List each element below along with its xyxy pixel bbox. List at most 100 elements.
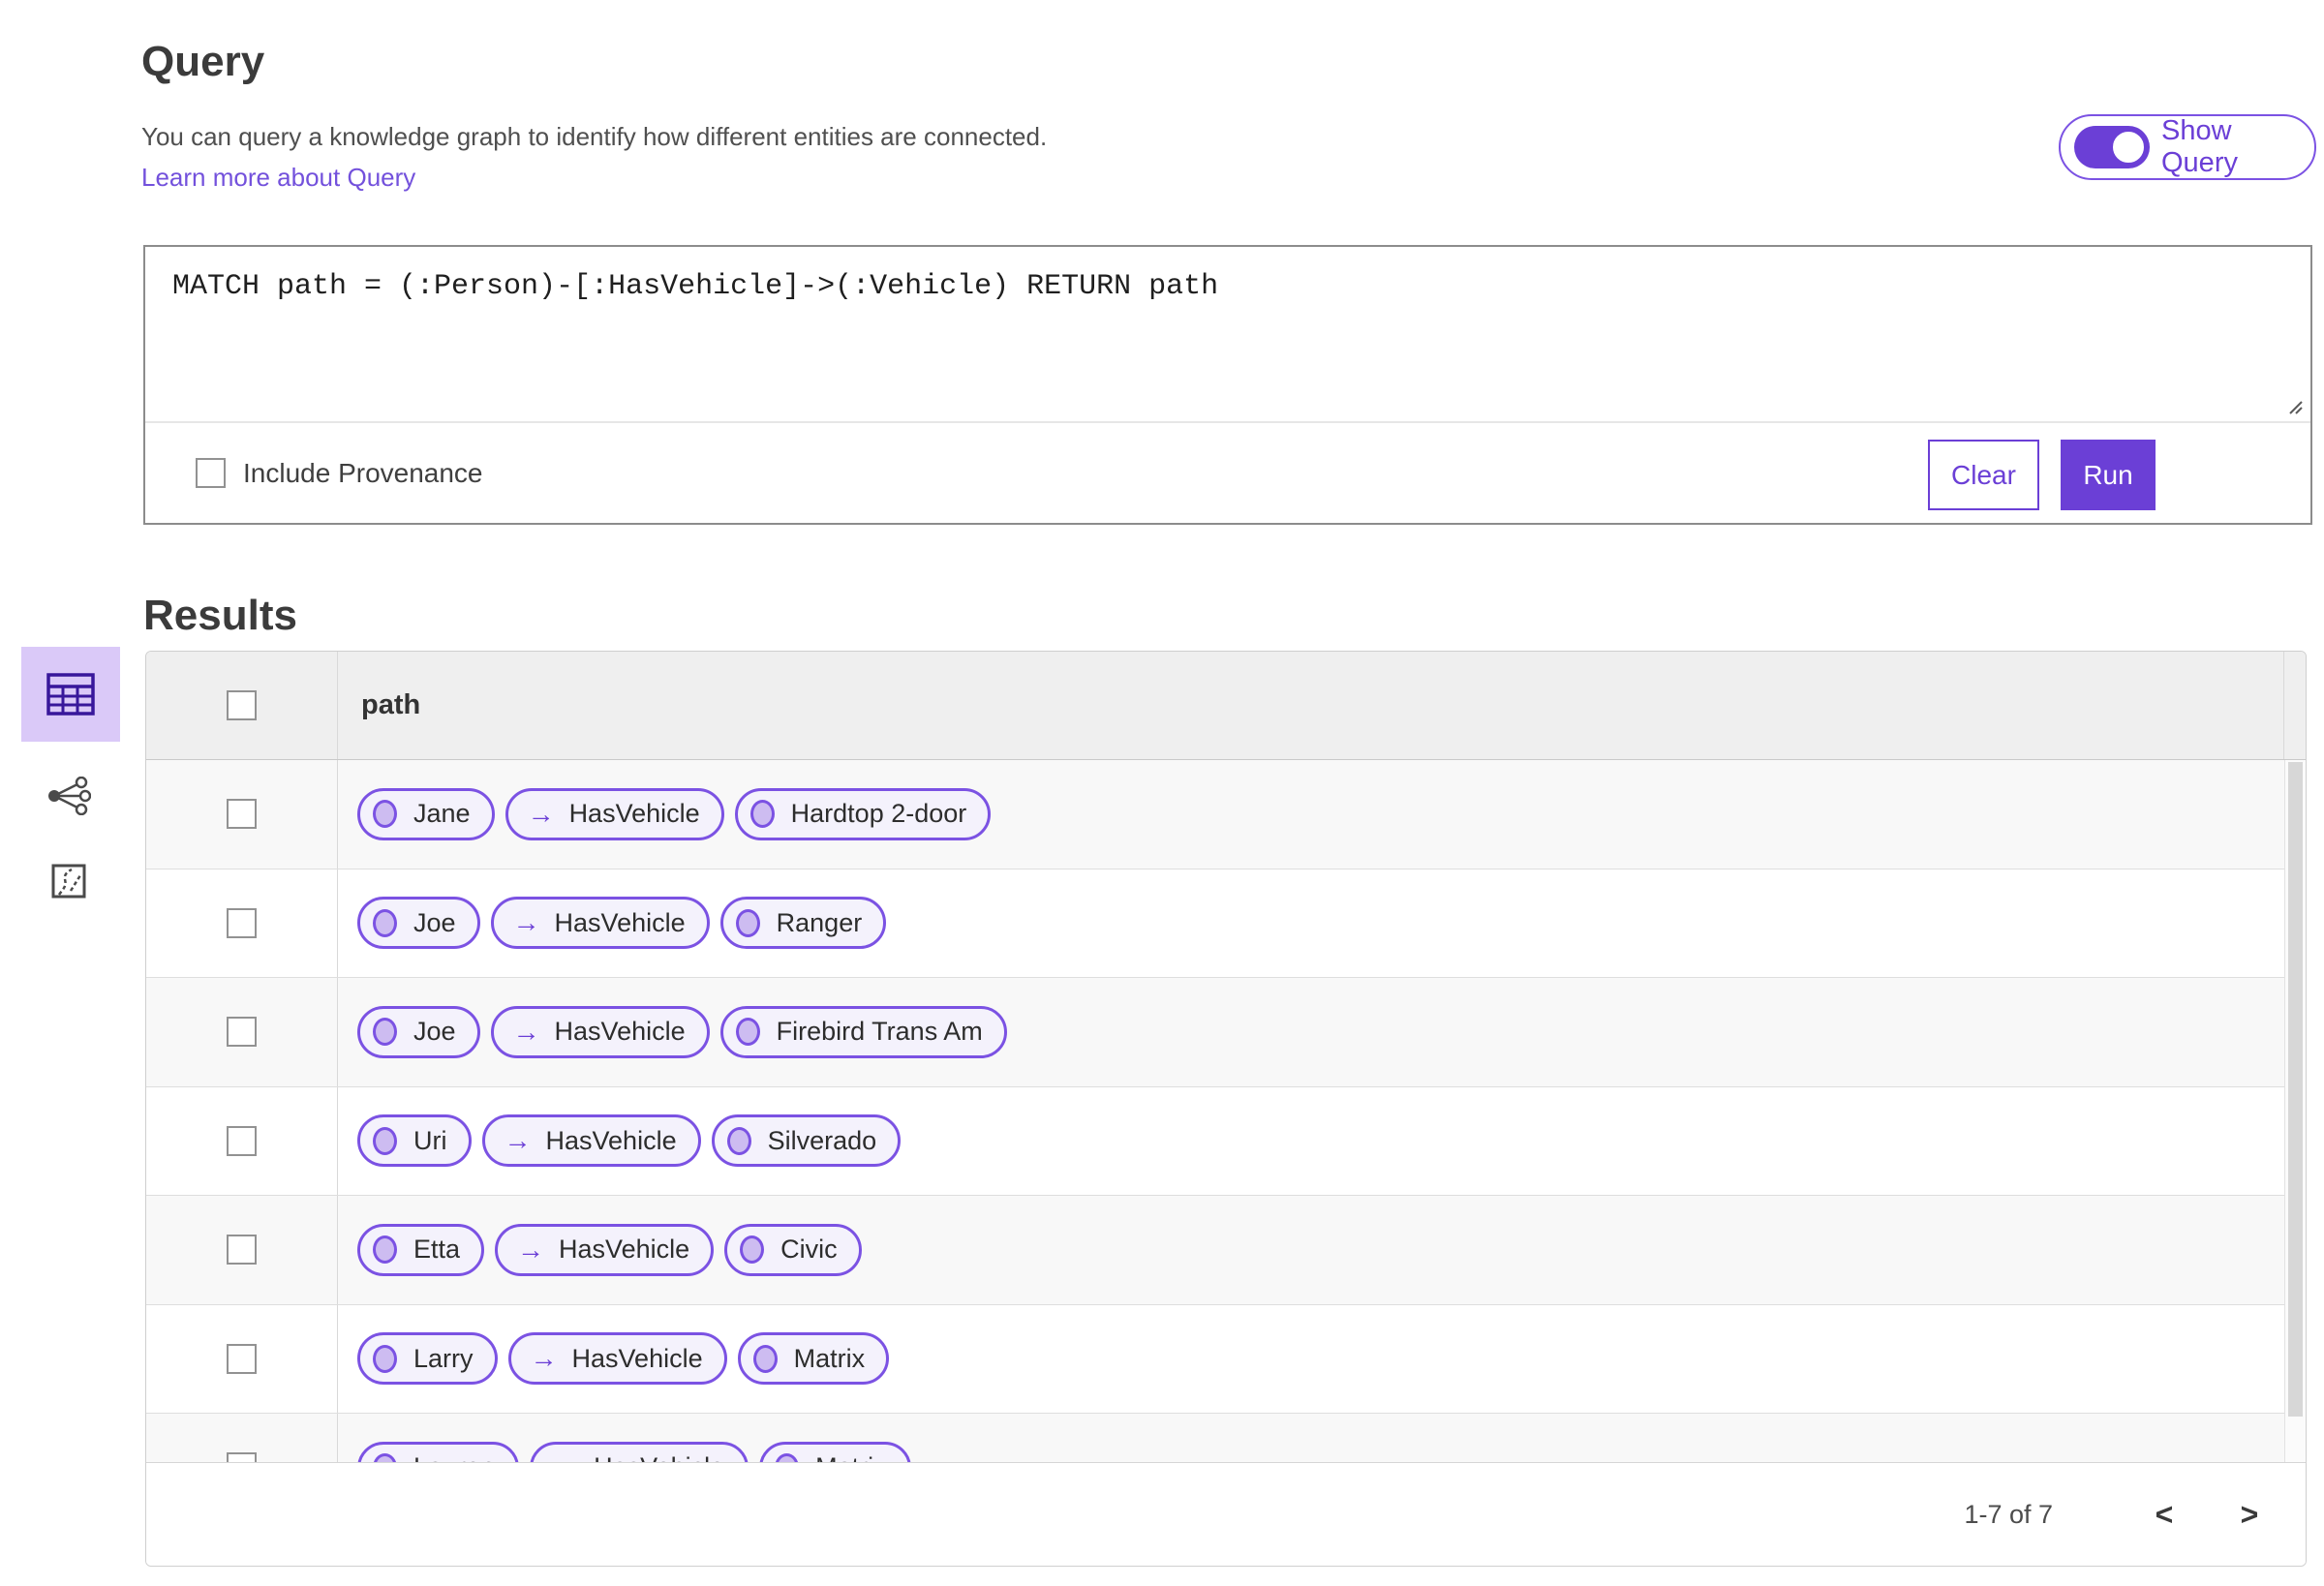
arrow-right-icon: → bbox=[512, 907, 540, 938]
entity-pill[interactable]: Hardtop 2-door bbox=[734, 787, 992, 840]
table-row: Larry → HasVehicle Matrix bbox=[146, 1304, 2306, 1414]
entity-node-icon bbox=[373, 908, 397, 937]
relationship-pill[interactable]: → HasVehicle bbox=[490, 1005, 710, 1058]
scrollbar-thumb[interactable] bbox=[2288, 762, 2303, 1417]
entity-pill[interactable]: Ranger bbox=[719, 897, 887, 950]
entity-label: Matrix bbox=[793, 1343, 866, 1373]
entity-label: Jane bbox=[413, 799, 471, 829]
show-query-toggle[interactable]: Show Query bbox=[2059, 114, 2316, 180]
path-cell: Lauren→HasVehicleMatrix bbox=[338, 1414, 2306, 1465]
entity-pill[interactable]: Silverado bbox=[711, 1114, 902, 1168]
map-view-button[interactable] bbox=[39, 852, 99, 910]
entity-pill[interactable]: Joe bbox=[357, 1005, 480, 1058]
entity-pill[interactable]: Etta bbox=[357, 1223, 485, 1276]
path-cell: Larry → HasVehicle Matrix bbox=[338, 1305, 2306, 1414]
toggle-knob bbox=[2110, 129, 2147, 166]
entity-label: Ranger bbox=[776, 907, 863, 937]
relationship-pill[interactable]: → HasVehicle bbox=[490, 897, 710, 950]
relationship-label: HasVehicle bbox=[545, 1125, 677, 1155]
include-provenance-checkbox[interactable] bbox=[196, 458, 226, 488]
table-row: Joe → HasVehicle Firebird Trans Am bbox=[146, 978, 2306, 1087]
relationship-label: HasVehicle bbox=[559, 1235, 690, 1265]
results-table: path Jane → HasVehicle Hardtop 2-door Joe → Ha… bbox=[145, 651, 2307, 1567]
table-row: Jane → HasVehicle Hardtop 2-door bbox=[146, 760, 2306, 869]
link-chart-icon bbox=[48, 777, 91, 815]
entity-node-icon bbox=[373, 800, 397, 829]
relationship-label: HasVehicle bbox=[568, 799, 700, 829]
show-query-label: Show Query bbox=[2161, 115, 2238, 178]
entity-pill[interactable]: Matrix bbox=[737, 1332, 890, 1386]
entity-label: Joe bbox=[413, 1017, 456, 1047]
query-editor: MATCH path = (:Person)-[:HasVehicle]->(:… bbox=[143, 245, 2312, 525]
entity-label: Silverado bbox=[767, 1125, 877, 1155]
arrow-right-icon: → bbox=[504, 1125, 532, 1156]
arrow-right-icon: → bbox=[527, 798, 555, 829]
map-icon bbox=[51, 864, 86, 899]
path-cell: Etta → HasVehicle Civic bbox=[338, 1196, 2306, 1304]
relationship-label: HasVehicle bbox=[554, 907, 686, 937]
table-body: Jane → HasVehicle Hardtop 2-door Joe → HasVehi… bbox=[146, 760, 2306, 1465]
entity-node-icon bbox=[740, 1235, 765, 1265]
arrow-right-icon: → bbox=[512, 1016, 540, 1047]
row-checkbox[interactable] bbox=[227, 1235, 257, 1266]
entity-pill[interactable]: Firebird Trans Am bbox=[719, 1005, 1007, 1058]
entity-node-icon bbox=[735, 908, 760, 937]
entity-label: Firebird Trans Am bbox=[776, 1017, 983, 1047]
entity-label: Civic bbox=[780, 1235, 838, 1265]
entity-pill[interactable]: Civic bbox=[724, 1223, 862, 1276]
relationship-pill[interactable]: → HasVehicle bbox=[507, 1332, 727, 1386]
entity-pill[interactable]: Joe bbox=[357, 897, 480, 950]
table-header: path bbox=[146, 652, 2306, 760]
path-cell: Jane → HasVehicle Hardtop 2-door bbox=[338, 760, 2306, 869]
entity-node-icon bbox=[735, 1018, 760, 1047]
table-icon bbox=[46, 673, 95, 716]
entity-label: Uri bbox=[413, 1125, 447, 1155]
page-description: You can query a knowledge graph to ident… bbox=[141, 122, 1048, 151]
clear-button[interactable]: Clear bbox=[1928, 440, 2039, 510]
entity-pill[interactable]: Jane bbox=[357, 787, 495, 840]
entity-node-icon bbox=[373, 1018, 397, 1047]
entity-node-icon bbox=[373, 1126, 397, 1155]
resize-grip-icon[interactable] bbox=[2282, 394, 2306, 417]
relationship-pill[interactable]: → HasVehicle bbox=[481, 1114, 701, 1168]
entity-node-icon bbox=[373, 1235, 397, 1265]
relationship-pill[interactable]: → HasVehicle bbox=[495, 1223, 715, 1276]
row-checkbox[interactable] bbox=[227, 799, 257, 830]
table-view-button[interactable] bbox=[21, 647, 120, 742]
query-toolbar: Include Provenance Clear Run bbox=[145, 421, 2310, 523]
row-checkbox[interactable] bbox=[227, 1343, 257, 1374]
entity-pill[interactable]: Uri bbox=[357, 1114, 472, 1168]
chevron-left-icon[interactable]: < bbox=[2135, 1485, 2193, 1543]
run-button[interactable]: Run bbox=[2061, 440, 2156, 510]
entity-label: Joe bbox=[413, 907, 456, 937]
page-title: Query bbox=[141, 38, 265, 86]
arrow-right-icon: → bbox=[530, 1343, 558, 1374]
pagination-range: 1-7 of 7 bbox=[1964, 1499, 2053, 1529]
path-cell: Joe → HasVehicle Firebird Trans Am bbox=[338, 978, 2306, 1086]
row-checkbox[interactable] bbox=[227, 1125, 257, 1156]
column-header-path: path bbox=[361, 689, 421, 720]
learn-more-link[interactable]: Learn more about Query bbox=[141, 163, 415, 193]
vertical-scrollbar[interactable] bbox=[2284, 760, 2306, 1465]
row-checkbox[interactable] bbox=[227, 1017, 257, 1048]
query-input[interactable]: MATCH path = (:Person)-[:HasVehicle]->(:… bbox=[145, 247, 2310, 421]
entity-node-icon bbox=[726, 1126, 751, 1155]
relationship-pill[interactable]: → HasVehicle bbox=[505, 787, 724, 840]
entity-label: Hardtop 2-door bbox=[790, 799, 967, 829]
row-checkbox[interactable] bbox=[227, 907, 257, 938]
table-footer: 1-7 of 7 < > bbox=[146, 1462, 2306, 1566]
results-title: Results bbox=[143, 591, 297, 639]
entity-pill[interactable]: Larry bbox=[357, 1332, 498, 1386]
path-cell: Uri → HasVehicle Silverado bbox=[338, 1087, 2306, 1196]
link-chart-view-button[interactable] bbox=[35, 765, 103, 827]
select-all-checkbox[interactable] bbox=[227, 690, 257, 720]
path-cell: Joe → HasVehicle Ranger bbox=[338, 869, 2306, 978]
table-row: Lauren→HasVehicleMatrix bbox=[146, 1414, 2306, 1465]
entity-node-icon bbox=[752, 1344, 778, 1373]
entity-node-icon bbox=[749, 800, 775, 829]
include-provenance-label: Include Provenance bbox=[243, 457, 483, 488]
toggle-switch-icon[interactable] bbox=[2074, 126, 2150, 168]
table-row: Uri → HasVehicle Silverado bbox=[146, 1086, 2306, 1196]
entity-label: Etta bbox=[413, 1235, 461, 1265]
chevron-right-icon[interactable]: > bbox=[2220, 1485, 2278, 1543]
